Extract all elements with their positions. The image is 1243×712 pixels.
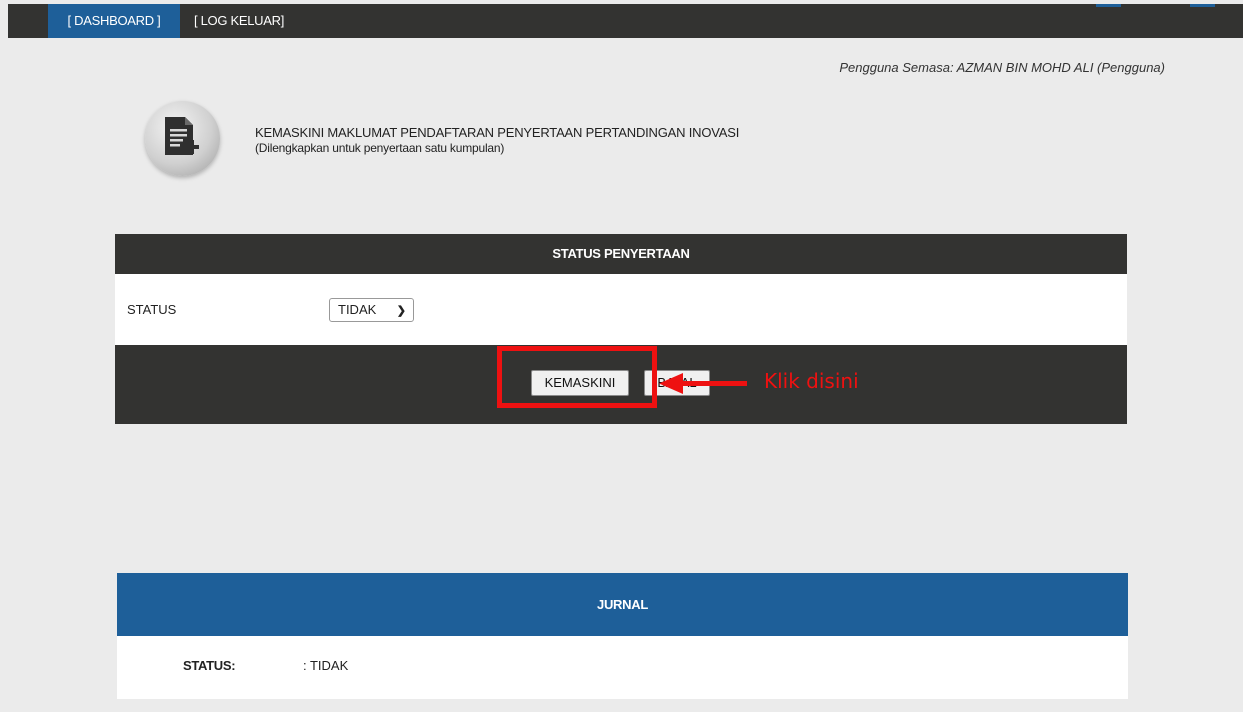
top-nav-bar: [ DASHBOARD ] [ LOG KELUAR] — [8, 4, 1243, 38]
chevron-down-icon: ❯ — [396, 305, 406, 317]
journal-panel: JURNAL STATUS: : TIDAK — [117, 573, 1128, 699]
current-user-label: Pengguna Semasa: AZMAN BIN MOHD ALI (Pen… — [839, 60, 1165, 75]
page-title: KEMASKINI MAKLUMAT PENDAFTARAN PENYERTAA… — [255, 125, 740, 140]
status-select[interactable]: TIDAK ❯ — [329, 298, 414, 322]
corner-decoration — [1096, 4, 1121, 7]
status-label: STATUS — [127, 302, 177, 317]
annotation-highlight-box — [497, 346, 657, 408]
document-add-icon — [145, 101, 220, 176]
corner-decoration — [1190, 4, 1215, 7]
status-select-value: TIDAK — [338, 302, 377, 317]
nav-logout-link[interactable]: [ LOG KELUAR] — [194, 4, 292, 38]
journal-status-value: : TIDAK — [303, 658, 349, 673]
page-subtitle: (Dilengkapkan untuk penyertaan satu kump… — [255, 141, 505, 155]
journal-status-label: STATUS: — [183, 658, 236, 673]
journal-body: STATUS: : TIDAK — [117, 636, 1128, 699]
status-row: STATUS TIDAK ❯ — [115, 274, 1127, 345]
status-panel-heading: STATUS PENYERTAAN — [115, 234, 1127, 274]
annotation-arrow-icon — [659, 373, 747, 394]
annotation-text: Klik disini — [764, 369, 859, 393]
nav-dashboard-link[interactable]: [ DASHBOARD ] — [48, 4, 180, 38]
journal-heading: JURNAL — [117, 573, 1128, 636]
